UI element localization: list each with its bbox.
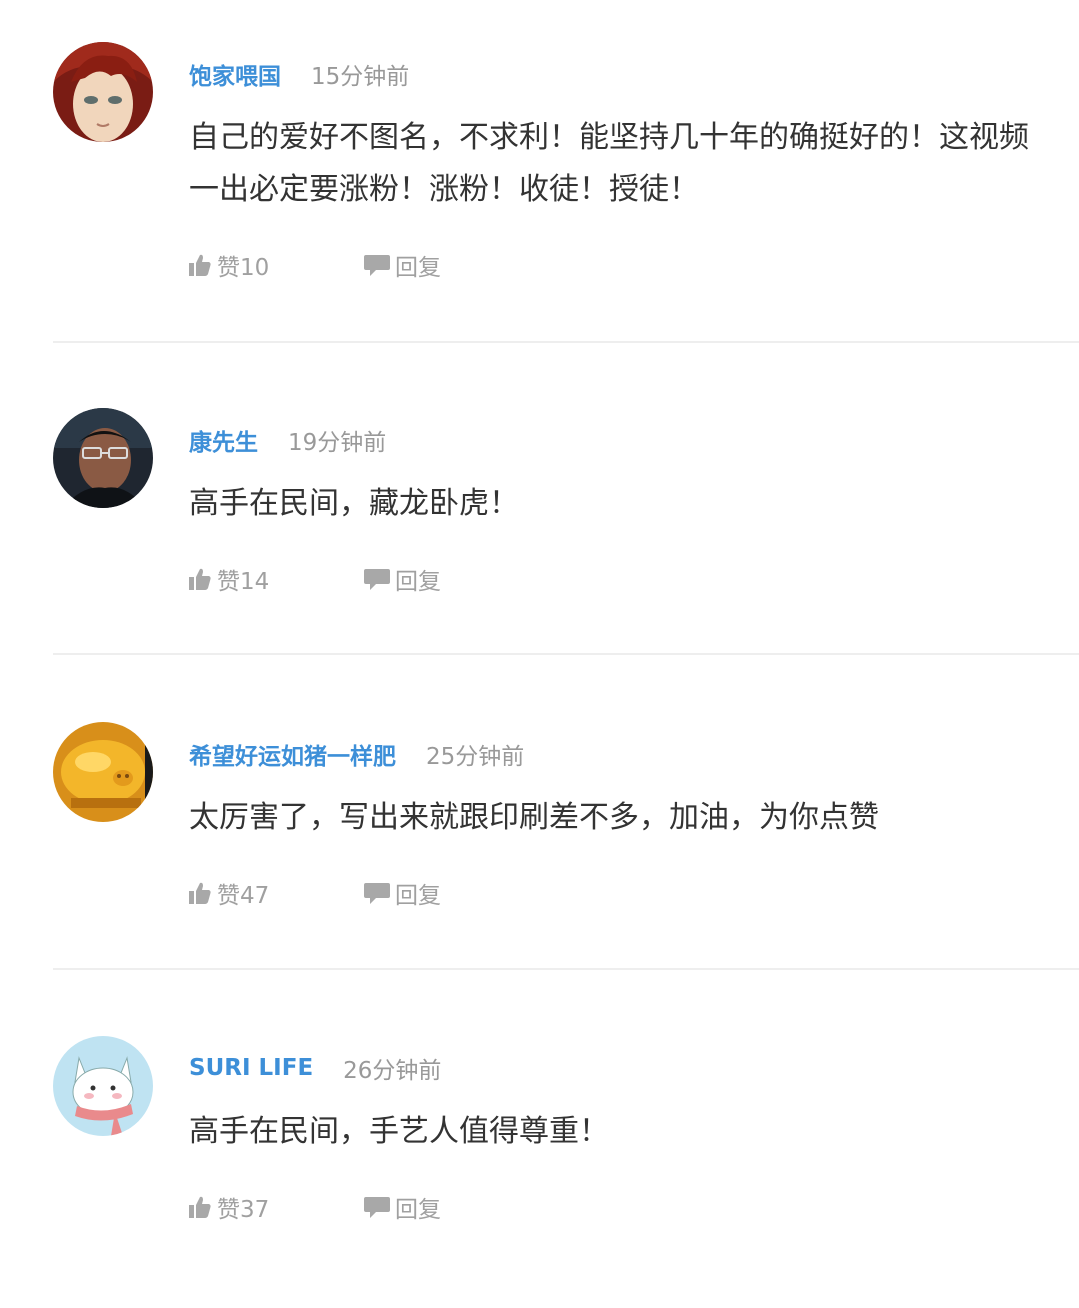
speech-bubble-icon [364,569,390,590]
comment-actions: 赞14 回复 [187,562,441,596]
divider [53,968,1079,970]
thumbs-up-icon [189,254,211,276]
comment-actions: 赞37 回复 [187,1190,441,1224]
reply-button[interactable]: 回复 [363,1190,441,1224]
comment-actions: 赞47 回复 [187,876,441,910]
reply-button[interactable]: 回复 [363,248,441,282]
comment-meta: 饱家喂国 15分钟前 [189,56,409,92]
divider [53,653,1079,655]
thumbs-up-icon [189,568,211,590]
reply-button[interactable]: 回复 [363,562,441,596]
like-count: 赞10 [217,255,270,281]
reply-button[interactable]: 回复 [363,876,441,910]
avatar[interactable] [53,408,153,508]
reply-label: 回复 [395,1197,441,1223]
comment-meta: 康先生 19分钟前 [189,422,386,458]
like-count: 赞37 [217,1197,270,1223]
like-button[interactable]: 赞47 [187,876,269,910]
timestamp: 19分钟前 [288,430,387,456]
like-count: 赞14 [217,569,270,595]
username[interactable]: SURI LIFE [189,1055,313,1081]
comment-item: 康先生 19分钟前 高手在民间，藏龙卧虎！ 赞14 回复 [0,366,1079,680]
comment-item: SURI LIFE 26分钟前 高手在民间，手艺人值得尊重！ 赞37 回复 [0,994,1079,1308]
comment-text: 自己的爱好不图名，不求利！能坚持几十年的确挺好的！这视频一出必定要涨粉！涨粉！收… [189,120,1029,207]
comment-text: 高手在民间，手艺人值得尊重！ [189,1114,609,1149]
username[interactable]: 康先生 [189,423,258,457]
comment-text: 高手在民间，藏龙卧虎！ [189,486,519,521]
timestamp: 25分钟前 [426,744,525,770]
thumbs-up-icon [189,1196,211,1218]
comment-item: 饱家喂国 15分钟前 自己的爱好不图名，不求利！能坚持几十年的确挺好的！这视频一… [0,0,1079,343]
timestamp: 26分钟前 [343,1058,442,1084]
thumbs-up-icon [189,882,211,904]
speech-bubble-icon [364,255,390,276]
comment-actions: 赞10 回复 [187,248,441,282]
avatar[interactable] [53,42,153,142]
like-button[interactable]: 赞14 [187,562,269,596]
speech-bubble-icon [364,1197,390,1218]
comment-meta: SURI LIFE 26分钟前 [189,1050,441,1086]
comment-meta: 希望好运如猪一样肥 25分钟前 [189,736,524,772]
comment-text: 太厉害了，写出来就跟印刷差不多，加油，为你点赞 [189,800,879,835]
timestamp: 15分钟前 [311,64,410,90]
reply-label: 回复 [395,883,441,909]
avatar[interactable] [53,1036,153,1136]
avatar[interactable] [53,722,153,822]
like-button[interactable]: 赞10 [187,248,269,282]
comment-item: 希望好运如猪一样肥 25分钟前 太厉害了，写出来就跟印刷差不多，加油，为你点赞 … [0,680,1079,994]
reply-label: 回复 [395,255,441,281]
username[interactable]: 饱家喂国 [189,57,281,91]
like-count: 赞47 [217,883,270,909]
divider [53,341,1079,343]
speech-bubble-icon [364,883,390,904]
like-button[interactable]: 赞37 [187,1190,269,1224]
username[interactable]: 希望好运如猪一样肥 [189,737,396,771]
reply-label: 回复 [395,569,441,595]
